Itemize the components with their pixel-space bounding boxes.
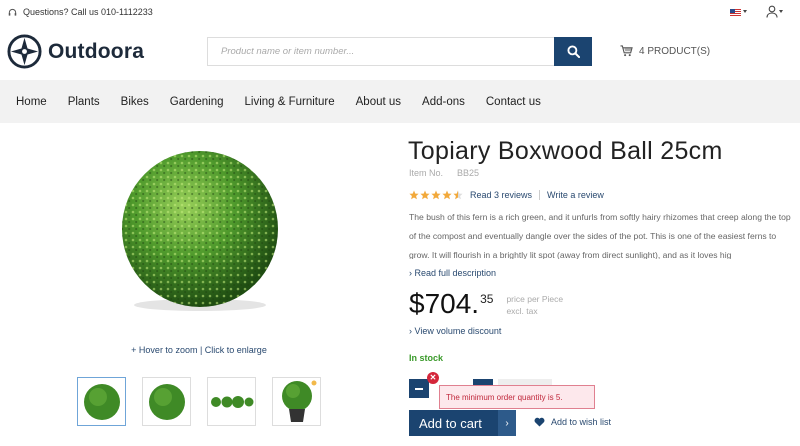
cart-icon: [620, 45, 633, 57]
item-number-value: BB25: [457, 168, 480, 178]
nav-item-about-us[interactable]: About us: [356, 96, 401, 108]
nav-item-bikes[interactable]: Bikes: [121, 96, 149, 108]
star-icon: [409, 190, 419, 200]
thumbnail-1[interactable]: [77, 377, 126, 426]
us-flag-icon[interactable]: [730, 9, 741, 16]
product-image[interactable]: [110, 147, 290, 314]
chevron-down-icon[interactable]: [779, 10, 783, 13]
rating-row: Read 3 reviews Write a review: [409, 190, 604, 200]
divider: [539, 190, 541, 200]
stock-status: In stock: [409, 353, 444, 363]
search-icon: [566, 45, 580, 58]
price-unit: price per Piece: [506, 294, 564, 304]
search-input[interactable]: [208, 38, 554, 65]
thumbnail-4[interactable]: [272, 377, 321, 426]
nav-item-living-furniture[interactable]: Living & Furniture: [245, 96, 335, 108]
top-bar: Questions? Call us 010-1112233: [0, 0, 800, 26]
price-cents: 35: [480, 292, 494, 306]
heart-icon: [534, 417, 545, 427]
wishlist-label: Add to wish list: [551, 417, 612, 427]
chevron-down-icon[interactable]: [743, 10, 747, 13]
thumbnail-balls-row-image: [210, 395, 253, 408]
search-box: [207, 37, 554, 66]
write-review-link[interactable]: Write a review: [547, 190, 604, 200]
price: $704. 35 price per Piece excl. tax: [409, 290, 563, 318]
star-icon: [453, 190, 463, 200]
read-description-link[interactable]: › Read full description: [409, 268, 496, 278]
chevron-right-icon: ›: [498, 410, 516, 436]
add-to-cart-button[interactable]: Add to cart ›: [409, 410, 516, 436]
quantity-error-tooltip: The minimum order quantity is 5.: [439, 385, 595, 409]
headset-icon: [8, 8, 17, 16]
thumbnail-ball-image: [83, 383, 120, 420]
read-reviews-link[interactable]: Read 3 reviews: [470, 190, 532, 200]
cart-summary[interactable]: 4 PRODUCT(S): [620, 45, 710, 57]
item-number: Item No. BB25: [409, 168, 479, 178]
quantity-decrease-button[interactable]: [409, 379, 429, 398]
star-icon: [431, 190, 441, 200]
phone-text: Questions? Call us 010-1112233: [23, 7, 153, 17]
thumbnail-strip: [77, 377, 321, 426]
price-tax: excl. tax: [506, 306, 538, 316]
volume-discount-link[interactable]: › View volume discount: [409, 326, 501, 336]
thumbnail-2[interactable]: [142, 377, 191, 426]
site-logo[interactable]: Outdoora: [7, 34, 144, 69]
minus-icon: [415, 387, 423, 390]
product-description: The bush of this fern is a rich green, a…: [409, 212, 791, 259]
nav-item-gardening[interactable]: Gardening: [170, 96, 224, 108]
phone-contact: Questions? Call us 010-1112233: [8, 7, 153, 17]
nav-item-home[interactable]: Home: [16, 96, 47, 108]
thumbnail-ball-image: [148, 383, 185, 420]
item-number-label: Item No.: [409, 168, 444, 178]
star-rating: [409, 190, 463, 200]
main-navigation: Home Plants Bikes Gardening Living & Fur…: [0, 80, 800, 123]
error-icon: ✕: [427, 372, 439, 384]
product-title: Topiary Boxwood Ball 25cm: [408, 137, 723, 165]
star-icon: [420, 190, 430, 200]
user-icon[interactable]: [766, 5, 778, 18]
star-icon: [442, 190, 452, 200]
cart-label: 4 PRODUCT(S): [639, 45, 711, 57]
price-main: $704.: [409, 288, 480, 319]
nav-item-contact-us[interactable]: Contact us: [486, 96, 541, 108]
nav-item-add-ons[interactable]: Add-ons: [422, 96, 465, 108]
price-unit-info: price per Piece excl. tax: [506, 293, 563, 317]
compass-logo-icon: [7, 34, 42, 69]
search-button[interactable]: [554, 37, 592, 66]
thumbnail-3[interactable]: [207, 377, 256, 426]
zoom-hint[interactable]: + Hover to zoom | Click to enlarge: [0, 345, 398, 355]
add-to-cart-label: Add to cart: [419, 415, 482, 431]
thumbnail-potted-image: [281, 380, 316, 422]
add-to-wishlist-link[interactable]: Add to wish list: [534, 417, 611, 427]
nav-item-plants[interactable]: Plants: [68, 96, 100, 108]
logo-text: Outdoora: [48, 39, 145, 63]
